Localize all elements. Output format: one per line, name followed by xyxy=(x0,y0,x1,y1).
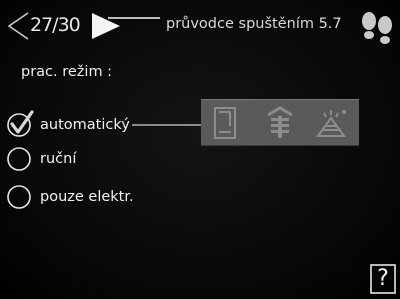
help-button[interactable]: ? xyxy=(370,264,396,294)
help-icon: ? xyxy=(377,266,389,291)
option-electric-only-label[interactable]: pouze elektr. xyxy=(40,189,134,205)
next-arrow-icon[interactable] xyxy=(89,10,123,42)
hot-water-heating-icon xyxy=(316,110,346,137)
header-divider xyxy=(108,17,160,19)
mode-label: prac. režim : xyxy=(21,64,113,80)
wizard-screen: 27/30 průvodce spuštěním 5.7 prac. režim… xyxy=(0,0,400,299)
radio-manual[interactable] xyxy=(6,145,34,173)
page-title: průvodce spuštěním 5.7 xyxy=(166,16,342,32)
previous-arrow-icon[interactable] xyxy=(6,11,32,41)
page-counter: 27/30 xyxy=(30,14,81,36)
automatic-mode-icon-panel xyxy=(201,99,359,146)
radio-automatic-checked[interactable] xyxy=(6,110,34,138)
option-manual-label[interactable]: ruční xyxy=(40,151,76,167)
option-connector-line xyxy=(132,124,202,126)
footsteps-icon xyxy=(362,12,392,44)
radio-electric-only[interactable] xyxy=(6,183,34,211)
option-automatic-label[interactable]: automatický xyxy=(40,117,130,133)
heat-pump-icon xyxy=(267,106,293,138)
heating-rod-icon xyxy=(214,107,236,139)
